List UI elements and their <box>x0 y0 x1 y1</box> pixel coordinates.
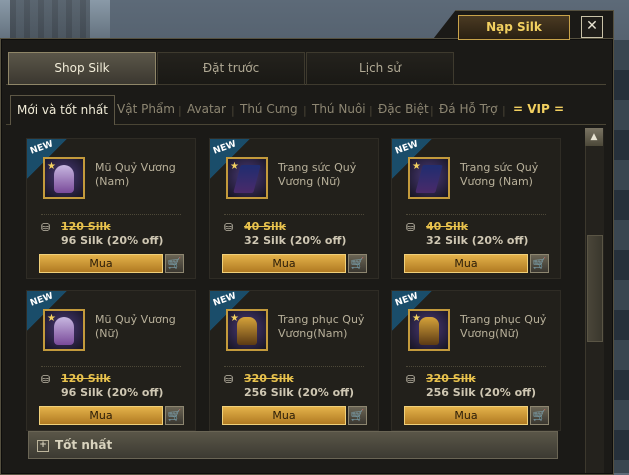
old-price: 40 Silk <box>426 220 468 233</box>
old-price: 120 Silk <box>61 372 111 385</box>
scrollbar-thumb[interactable] <box>587 235 603 342</box>
tab-shop-silk[interactable]: Shop Silk <box>8 52 156 85</box>
item-thumbnail[interactable]: ★ <box>226 309 268 351</box>
buy-button[interactable]: Mua <box>222 254 346 273</box>
item-name: Mũ Quỷ Vương (Nữ) <box>95 313 176 340</box>
old-price: 320 Silk <box>426 372 476 385</box>
item-thumbnail[interactable]: ★ <box>408 309 450 351</box>
scroll-up-arrow-icon[interactable]: ▲ <box>585 128 603 146</box>
tab-separator: | <box>178 104 182 117</box>
item-grid: NEW ★ Mũ Quỷ Vương (Nam) ⛁ 120 Silk 96 S… <box>26 128 578 473</box>
sale-price: 32 Silk (20% off) <box>426 234 529 247</box>
coin-stack-icon: ⛁ <box>41 221 51 234</box>
section-title: Tốt nhất <box>55 438 113 452</box>
item-card: NEW ★ Trang sức Quỷ Vương (Nam) ⛁ 40 Sil… <box>391 138 561 279</box>
tab-separator: | <box>430 104 434 117</box>
category-pets[interactable]: Thú Cưng <box>240 98 298 124</box>
item-name: Trang phục Quỷ Vương(Nam) <box>278 313 365 340</box>
category-grow-pets[interactable]: Thú Nuôi <box>312 98 366 124</box>
item-thumbnail[interactable]: ★ <box>226 157 268 199</box>
divider <box>41 214 181 215</box>
section-best-collapsed[interactable]: + Tốt nhất <box>28 431 558 459</box>
category-items[interactable]: Vật Phẩm <box>117 98 175 124</box>
sale-price: 32 Silk (20% off) <box>244 234 347 247</box>
top-tabs: Shop Silk Đặt trước Lịch sử <box>6 52 606 85</box>
cart-icon[interactable]: 🛒 <box>348 254 367 273</box>
buy-button[interactable]: Mua <box>404 406 528 425</box>
sale-price: 96 Silk (20% off) <box>61 386 164 399</box>
coin-stack-icon: ⛁ <box>406 221 416 234</box>
cart-icon[interactable]: 🛒 <box>165 254 184 273</box>
old-price: 40 Silk <box>244 220 286 233</box>
item-name: Trang sức Quỷ Vương (Nam) <box>460 161 539 188</box>
coin-stack-icon: ⛁ <box>224 373 234 386</box>
item-thumbnail[interactable]: ★ <box>408 157 450 199</box>
item-card: NEW ★ Trang phục Quỷ Vương(Nam) ⛁ 320 Si… <box>209 290 379 431</box>
divider <box>406 366 546 367</box>
divider <box>41 366 181 367</box>
item-name: Trang phục Quỷ Vương(Nữ) <box>460 313 547 340</box>
sale-price: 96 Silk (20% off) <box>61 234 164 247</box>
helmet-figure-icon <box>54 165 74 193</box>
armor-figure-icon <box>419 317 439 345</box>
buy-button[interactable]: Mua <box>404 254 528 273</box>
star-icon: ★ <box>230 161 239 172</box>
category-support-stones[interactable]: Đá Hỗ Trợ <box>439 98 498 124</box>
cart-icon[interactable]: 🛒 <box>530 406 549 425</box>
item-card: NEW ★ Mũ Quỷ Vương (Nữ) ⛁ 120 Silk 96 Si… <box>26 290 196 431</box>
category-tabs: Mới và tốt nhất Vật Phẩm | Avatar | Thú … <box>6 92 606 125</box>
buy-button[interactable]: Mua <box>222 406 346 425</box>
item-card: NEW ★ Trang sức Quỷ Vương (Nữ) ⛁ 40 Silk… <box>209 138 379 279</box>
helmet-figure-icon <box>54 317 74 345</box>
cart-icon[interactable]: 🛒 <box>165 406 184 425</box>
sale-price: 256 Silk (20% off) <box>426 386 537 399</box>
sale-price: 256 Silk (20% off) <box>244 386 355 399</box>
tab-pre-order[interactable]: Đặt trước <box>157 52 305 85</box>
cart-icon[interactable]: 🛒 <box>530 254 549 273</box>
tab-separator: | <box>231 104 235 117</box>
item-card: NEW ★ Trang phục Quỷ Vương(Nữ) ⛁ 320 Sil… <box>391 290 561 431</box>
plus-box-icon: + <box>37 439 49 452</box>
divider <box>224 366 364 367</box>
category-new-best[interactable]: Mới và tốt nhất <box>10 95 115 125</box>
coin-stack-icon: ⛁ <box>41 373 51 386</box>
tab-separator: | <box>303 104 307 117</box>
item-thumbnail[interactable]: ★ <box>43 309 85 351</box>
coin-stack-icon: ⛁ <box>224 221 234 234</box>
coin-stack-icon: ⛁ <box>406 373 416 386</box>
close-icon[interactable]: ✕ <box>581 16 603 38</box>
armor-figure-icon <box>237 317 257 345</box>
divider <box>406 214 546 215</box>
item-name: Mũ Quỷ Vương (Nam) <box>95 161 176 188</box>
tab-history[interactable]: Lịch sử <box>306 52 454 85</box>
divider <box>224 214 364 215</box>
cart-icon[interactable]: 🛒 <box>348 406 367 425</box>
tab-separator: | <box>502 104 506 117</box>
category-special[interactable]: Đặc Biệt <box>378 98 429 124</box>
old-price: 320 Silk <box>244 372 294 385</box>
buy-button[interactable]: Mua <box>39 406 163 425</box>
buy-button[interactable]: Mua <box>39 254 163 273</box>
old-price: 120 Silk <box>61 220 111 233</box>
topup-silk-button[interactable]: Nạp Silk <box>458 15 570 40</box>
item-card: NEW ★ Mũ Quỷ Vương (Nam) ⛁ 120 Silk 96 S… <box>26 138 196 279</box>
category-avatar[interactable]: Avatar <box>187 98 226 124</box>
item-thumbnail[interactable]: ★ <box>43 157 85 199</box>
tab-separator: | <box>369 104 373 117</box>
category-vip[interactable]: = VIP = <box>513 98 564 124</box>
item-name: Trang sức Quỷ Vương (Nữ) <box>278 161 357 188</box>
star-icon: ★ <box>412 161 421 172</box>
